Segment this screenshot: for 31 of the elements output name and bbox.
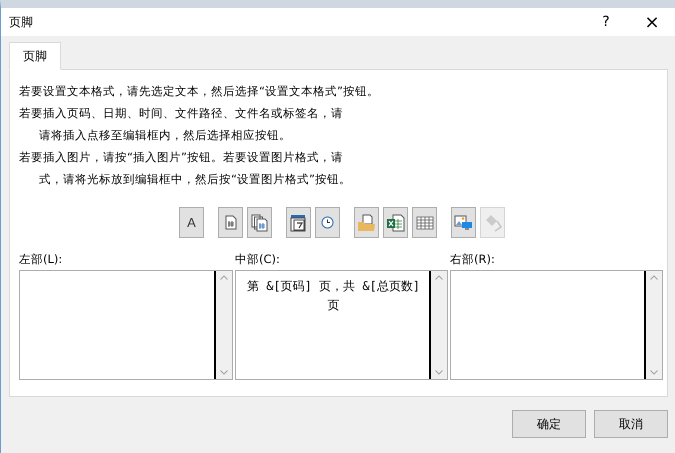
grid-icon [416,216,434,230]
insert-picture-button[interactable] [451,207,476,238]
format-text-button[interactable]: A [179,207,204,238]
calendar-icon [290,214,307,232]
ok-button[interactable]: 确定 [512,410,586,438]
close-button[interactable]: × [629,8,675,36]
page-number-icon [224,215,236,230]
section-label: 左部(L): [19,252,64,268]
page-count-icon [251,214,268,232]
cancel-button[interactable]: 取消 [594,410,668,438]
tab[interactable]: 页脚 [9,42,61,70]
spreadsheet-file-icon [386,214,405,232]
insert-file-button[interactable] [383,207,408,238]
window-title: 页脚 [9,14,34,30]
instruction-text: 式，请将光标放到编辑框中，然后按“设置图片格式”按钮。 [38,171,352,188]
folder-icon [357,214,376,232]
insert-page-button[interactable] [218,207,243,238]
insert-path-button[interactable] [354,207,379,238]
help-button[interactable]: ? [583,8,629,36]
instruction-text: 请将插入点移至编辑框内，然后选择相应按钮。 [38,127,292,144]
instruction-text: 若要插入页码、日期、时间、文件路径、文件名或标签名，请 [19,105,344,122]
instruction-text: 若要设置文本格式，请先选定文本，然后选择“设置文本格式”按钮。 [19,83,380,100]
section-label: 中部(C): [235,252,281,268]
picture-monitor-icon [454,214,473,232]
instruction-text: 若要插入图片，请按“插入图片”按钮。若要设置图片格式，请 [19,149,344,166]
insert-time-button[interactable] [315,207,340,238]
section-label: 右部(R): [450,252,496,268]
clock-icon [321,216,334,229]
insert-sheet-button[interactable] [412,207,437,238]
insert-date-button[interactable] [286,207,311,238]
insert-pages-button[interactable] [247,207,272,238]
